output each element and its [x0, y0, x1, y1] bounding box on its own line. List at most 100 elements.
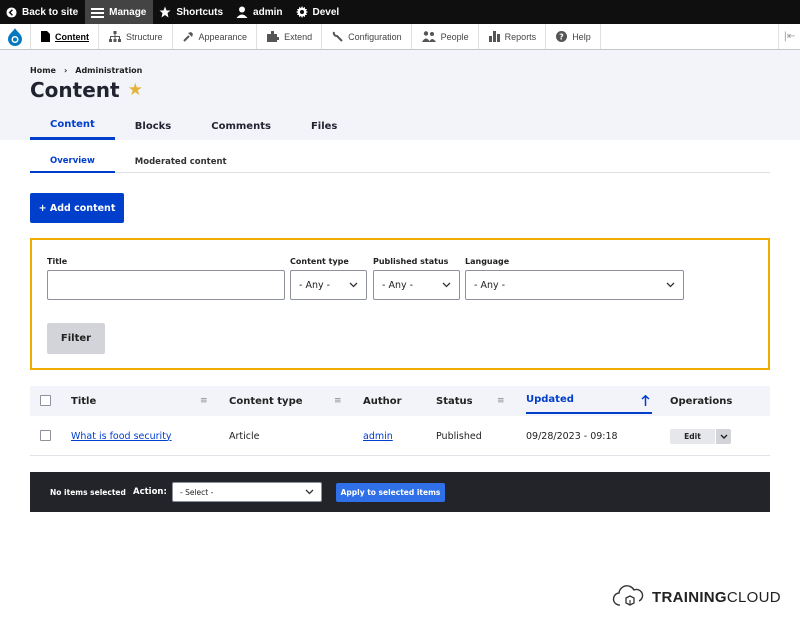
- tray-item-configuration-label: Configuration: [348, 31, 402, 42]
- tab-comments[interactable]: Comments: [191, 112, 291, 140]
- gear-icon: [295, 6, 308, 18]
- action-select-value: - Select -: [180, 487, 214, 497]
- tray-item-people[interactable]: People: [410, 24, 478, 49]
- breadcrumb-separator: ›: [63, 66, 68, 75]
- title-filter-label: Title: [47, 257, 68, 266]
- published-status-select[interactable]: - Any -: [373, 270, 460, 300]
- language-select[interactable]: - Any -: [465, 270, 684, 300]
- status-cell: Published: [436, 430, 482, 442]
- back-arrow-icon: [6, 6, 17, 18]
- back-to-site-label: Back to site: [22, 6, 79, 18]
- tray-item-appearance[interactable]: Appearance: [171, 24, 257, 49]
- language-filter-label: Language: [465, 257, 510, 266]
- filter-button[interactable]: Filter: [47, 323, 105, 354]
- row-checkbox[interactable]: [40, 430, 51, 441]
- content-title-link[interactable]: What is food security: [71, 416, 172, 456]
- content-table-header: Title ≡ Content type ≡ Author Status ≡ U…: [30, 386, 770, 416]
- bar-chart-icon: [488, 31, 500, 42]
- tray-item-structure-label: Structure: [126, 31, 163, 42]
- wordmark-bold: TRAINING: [652, 588, 727, 606]
- filter-form: Title Content type - Any - Published sta…: [30, 238, 770, 370]
- tray-item-extend[interactable]: Extend: [256, 24, 321, 49]
- content-type-select[interactable]: - Any -: [290, 270, 367, 300]
- action-select[interactable]: - Select -: [172, 482, 322, 502]
- language-select-value: - Any -: [474, 279, 506, 291]
- sort-icon[interactable]: ≡: [334, 396, 342, 406]
- trainingcloud-logo: TRAININGCLOUD: [612, 585, 781, 609]
- published-status-filter-label: Published status: [373, 257, 449, 266]
- user-label: admin: [253, 6, 283, 18]
- subtab-moderated-content[interactable]: Moderated content: [115, 150, 247, 173]
- selected-count-text: No items selected: [50, 487, 126, 497]
- cloud-logo-icon: [612, 585, 644, 606]
- trainingcloud-wordmark: TRAININGCLOUD: [652, 589, 781, 606]
- updated-cell: 09/28/2023 - 09:18: [526, 430, 618, 442]
- content-type-cell: Article: [229, 430, 260, 442]
- tray-item-extend-label: Extend: [284, 31, 313, 42]
- wrench-icon: [332, 31, 343, 42]
- chevron-down-icon: [442, 282, 451, 288]
- breadcrumb-home[interactable]: Home: [30, 66, 56, 75]
- page-title-text: Content: [30, 78, 120, 102]
- tray-item-appearance-label: Appearance: [198, 31, 248, 42]
- drupal-logo[interactable]: [0, 24, 30, 50]
- tray-item-content-label: Content: [55, 31, 89, 42]
- add-content-button[interactable]: + Add content: [30, 193, 124, 223]
- admin-menu-tray: Content Structure Appearance Extend Conf…: [0, 24, 800, 50]
- devel-toolbar-tab[interactable]: Devel: [290, 0, 347, 24]
- tray-item-structure[interactable]: Structure: [98, 24, 172, 49]
- sort-icon[interactable]: ≡: [200, 396, 208, 406]
- column-header-author: Author: [363, 395, 402, 407]
- file-icon: [41, 31, 50, 42]
- tray-item-people-label: People: [440, 31, 469, 42]
- column-header-updated[interactable]: Updated: [526, 386, 652, 414]
- tray-item-reports-label: Reports: [504, 31, 537, 42]
- bulk-actions-bar: No items selected Action: - Select - App…: [30, 472, 770, 512]
- svg-text:?: ?: [559, 33, 564, 42]
- help-icon: ?: [556, 31, 568, 42]
- author-link[interactable]: admin: [363, 416, 393, 456]
- shortcut-star-icon[interactable]: ★: [128, 80, 143, 100]
- tray-item-content[interactable]: Content: [30, 24, 98, 49]
- column-header-status[interactable]: Status: [436, 386, 473, 416]
- breadcrumb: Home › Administration: [30, 66, 142, 75]
- star-icon: [159, 6, 171, 18]
- people-icon: [421, 31, 436, 42]
- select-all-checkbox[interactable]: [40, 395, 51, 406]
- primary-tabs: Content Blocks Comments Files: [30, 112, 357, 140]
- edit-button[interactable]: Edit: [670, 429, 715, 444]
- tab-content[interactable]: Content: [30, 112, 115, 140]
- paintbrush-icon: [182, 32, 193, 42]
- tray-item-configuration[interactable]: Configuration: [321, 24, 411, 49]
- back-to-site-link[interactable]: Back to site: [0, 0, 85, 24]
- shortcuts-toolbar-tab[interactable]: Shortcuts: [153, 0, 230, 24]
- sitemap-icon: [109, 31, 121, 42]
- puzzle-icon: [267, 31, 280, 42]
- hamburger-icon: [91, 7, 105, 18]
- user-toolbar-tab[interactable]: admin: [230, 0, 289, 24]
- tray-item-reports[interactable]: Reports: [477, 24, 546, 49]
- published-status-select-value: - Any -: [382, 279, 414, 291]
- tray-item-help[interactable]: ? Help: [545, 24, 601, 49]
- sort-icon[interactable]: ≡: [497, 396, 505, 406]
- sort-ascending-arrow-icon[interactable]: [641, 395, 650, 406]
- chevron-down-icon: [349, 282, 358, 288]
- column-header-title[interactable]: Title: [71, 386, 96, 416]
- column-header-content-type[interactable]: Content type: [229, 386, 303, 416]
- title-filter-input[interactable]: [47, 270, 285, 300]
- tray-orientation-toggle[interactable]: |⇤: [778, 24, 800, 49]
- chevron-down-icon: [720, 434, 727, 439]
- shortcuts-label: Shortcuts: [176, 6, 224, 18]
- wordmark-regular: CLOUD: [726, 588, 781, 606]
- tab-blocks[interactable]: Blocks: [115, 112, 191, 140]
- manage-toolbar-tab[interactable]: Manage: [85, 0, 154, 24]
- subtab-overview[interactable]: Overview: [30, 150, 115, 173]
- column-header-operations: Operations: [670, 395, 733, 407]
- tab-files[interactable]: Files: [291, 112, 357, 140]
- operations-toggle[interactable]: [715, 429, 731, 444]
- admin-toolbar: Back to site Manage Shortcuts admin Deve…: [0, 0, 800, 24]
- apply-to-selected-button[interactable]: Apply to selected items: [336, 483, 445, 502]
- content-type-filter-label: Content type: [290, 257, 349, 266]
- drupal-drop-icon: [8, 27, 22, 46]
- breadcrumb-administration[interactable]: Administration: [75, 66, 142, 75]
